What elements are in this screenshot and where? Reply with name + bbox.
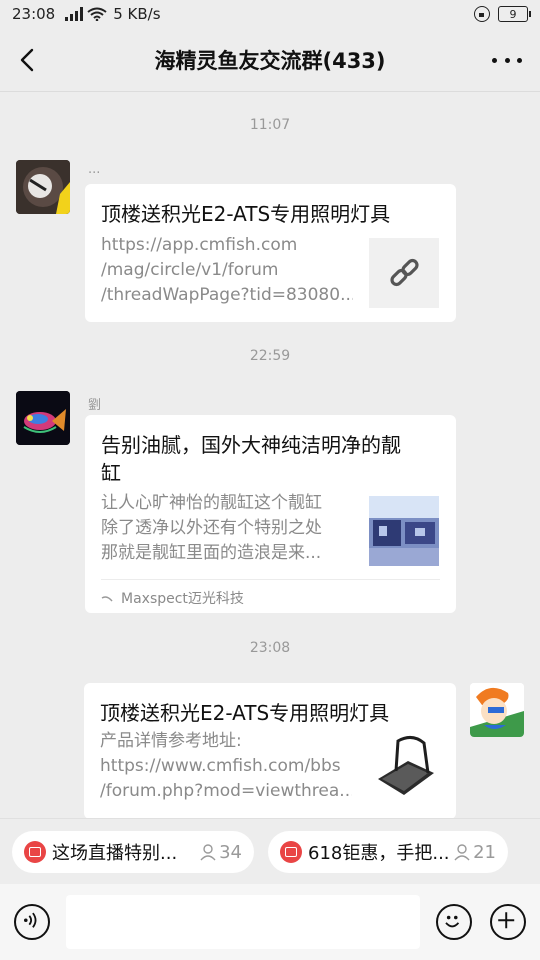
message-timestamp: 22:59 [249, 348, 291, 364]
signal-icon [65, 7, 84, 21]
link-thumbnail [369, 238, 439, 308]
link-icon [390, 258, 419, 287]
sender-name: 劉 [88, 398, 102, 413]
plus-icon [498, 912, 515, 929]
status-bar: 23:08 5 KB/s 9 [0, 0, 540, 28]
message-input[interactable] [66, 895, 420, 949]
card-description: https://app.cmfish.com /mag/circle/v1/fo… [101, 235, 353, 305]
card-description: 产品详情参考地址: https://www.cmfish.com/bbs /fo… [100, 731, 352, 801]
recommendation-bar: 这场直播特别... 34 618钜惠，手把... 21 [0, 818, 540, 884]
card-description: 让人心旷神怡的靓缸这个靓缸 除了透净以外还有个特别之处 那就是靓缸里面的造浪是来… [101, 493, 322, 563]
voice-icon [24, 912, 37, 928]
article-thumbnail [369, 496, 439, 566]
card-source: Maxspect迈光科技 [101, 579, 440, 608]
battery-icon: 9 [498, 6, 531, 22]
avatar[interactable] [16, 160, 70, 214]
network-speed: 5 KB/s [113, 5, 161, 23]
source-name: Maxspect迈光科技 [121, 591, 244, 607]
chip-label: 618钜惠，手把... [308, 843, 450, 864]
source-icon [101, 596, 113, 602]
live-icon [24, 841, 46, 863]
viewer-count: 34 [200, 842, 242, 863]
emoji-button[interactable] [436, 904, 472, 940]
rotation-lock-icon [474, 6, 490, 22]
message-timestamp: 23:08 [249, 640, 291, 656]
card-title: 告别油腻，国外大神纯洁明净的靓 缸 [101, 433, 401, 485]
page-title: 海精灵鱼友交流群(433) [154, 48, 386, 73]
battery-level: 9 [509, 7, 517, 21]
input-bar [0, 884, 540, 960]
article-card[interactable]: 告别油腻，国外大神纯洁明净的靓 缸 让人心旷神怡的靓缸这个靓缸 除了透净以外还有… [85, 415, 456, 613]
live-icon [280, 841, 302, 863]
product-thumbnail [368, 733, 438, 803]
avatar[interactable] [470, 683, 524, 737]
voice-input-button[interactable] [14, 904, 50, 940]
live-recommendation-chip[interactable]: 618钜惠，手把... 21 [268, 831, 508, 873]
sender-name: ... [88, 162, 101, 177]
card-title: 顶楼送积光E2-ATS专用照明灯具 [101, 202, 391, 226]
back-icon[interactable] [14, 44, 44, 76]
more-functions-button[interactable] [490, 904, 526, 940]
person-icon [454, 844, 470, 861]
wifi-icon [87, 7, 107, 21]
viewer-count: 21 [454, 842, 496, 863]
status-time: 23:08 [12, 5, 56, 23]
card-title: 顶楼送积光E2-ATS专用照明灯具 [100, 701, 390, 725]
chip-label: 这场直播特别... [52, 843, 178, 864]
live-recommendation-chip[interactable]: 这场直播特别... 34 [12, 831, 254, 873]
more-icon[interactable] [492, 50, 522, 70]
link-card[interactable]: 顶楼送积光E2-ATS专用照明灯具 产品详情参考地址: https://www.… [84, 683, 456, 819]
link-card[interactable]: 顶楼送积光E2-ATS专用照明灯具 https://app.cmfish.com… [85, 184, 456, 322]
message-timestamp: 11:07 [249, 117, 291, 133]
smiley-icon [445, 915, 460, 928]
avatar[interactable] [16, 391, 70, 445]
person-icon [200, 844, 216, 861]
chat-header: 海精灵鱼友交流群(433) [0, 28, 540, 92]
